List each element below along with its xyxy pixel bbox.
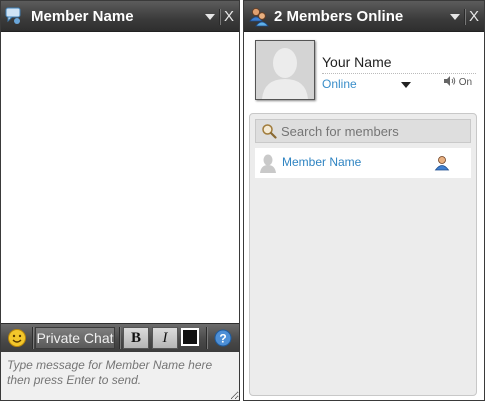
chat-titlebar: Member Name X [1,1,239,32]
message-input[interactable] [1,352,239,400]
chat-history[interactable] [1,33,239,323]
members-title: 2 Members Online [274,8,404,25]
member-list: Member Name [249,113,477,396]
list-item[interactable]: Member Name [255,148,471,178]
private-chat-button[interactable]: Private Chat [35,327,115,349]
user-profile-icon[interactable] [434,155,450,176]
members-titlebar: 2 Members Online X [244,1,484,32]
member-avatar-icon [260,153,276,178]
toolbar-divider [206,327,208,349]
chat-title: Member Name [31,8,134,25]
title-divider [219,9,221,25]
sound-label: On [458,77,473,88]
toolbar-divider [119,327,121,349]
members-body: Your Name Online On Search for members M… [244,33,484,400]
status-select[interactable]: Online [322,77,357,91]
speaker-icon [444,76,456,86]
search-icon [261,123,277,144]
chat-window: Member Name X Private Chat B I ? [0,0,240,401]
help-label: ? [219,332,226,346]
close-button[interactable]: X [469,8,479,25]
dropdown-arrow-icon[interactable] [450,14,460,20]
title-divider [464,9,466,25]
profile-name: Your Name [322,54,392,70]
status-row: Online On [322,73,476,92]
bold-button[interactable]: B [123,327,149,349]
sound-toggle[interactable]: On [444,76,472,88]
members-group-icon [248,6,270,33]
search-box [255,119,471,143]
chat-toolbar: Private Chat B I ? [1,323,239,353]
members-window: 2 Members Online X Your Name Online On S… [243,0,485,401]
avatar-silhouette-icon[interactable] [255,40,315,100]
dropdown-arrow-icon[interactable] [205,14,215,20]
member-name-link[interactable]: Member Name [282,155,361,169]
search-input[interactable] [281,122,466,140]
italic-button[interactable]: I [152,327,178,349]
close-button[interactable]: X [224,8,234,25]
text-color-icon[interactable] [181,328,199,346]
chat-bubble-icon [5,6,23,31]
toolbar-divider [32,327,34,349]
chevron-down-icon[interactable] [401,82,411,88]
